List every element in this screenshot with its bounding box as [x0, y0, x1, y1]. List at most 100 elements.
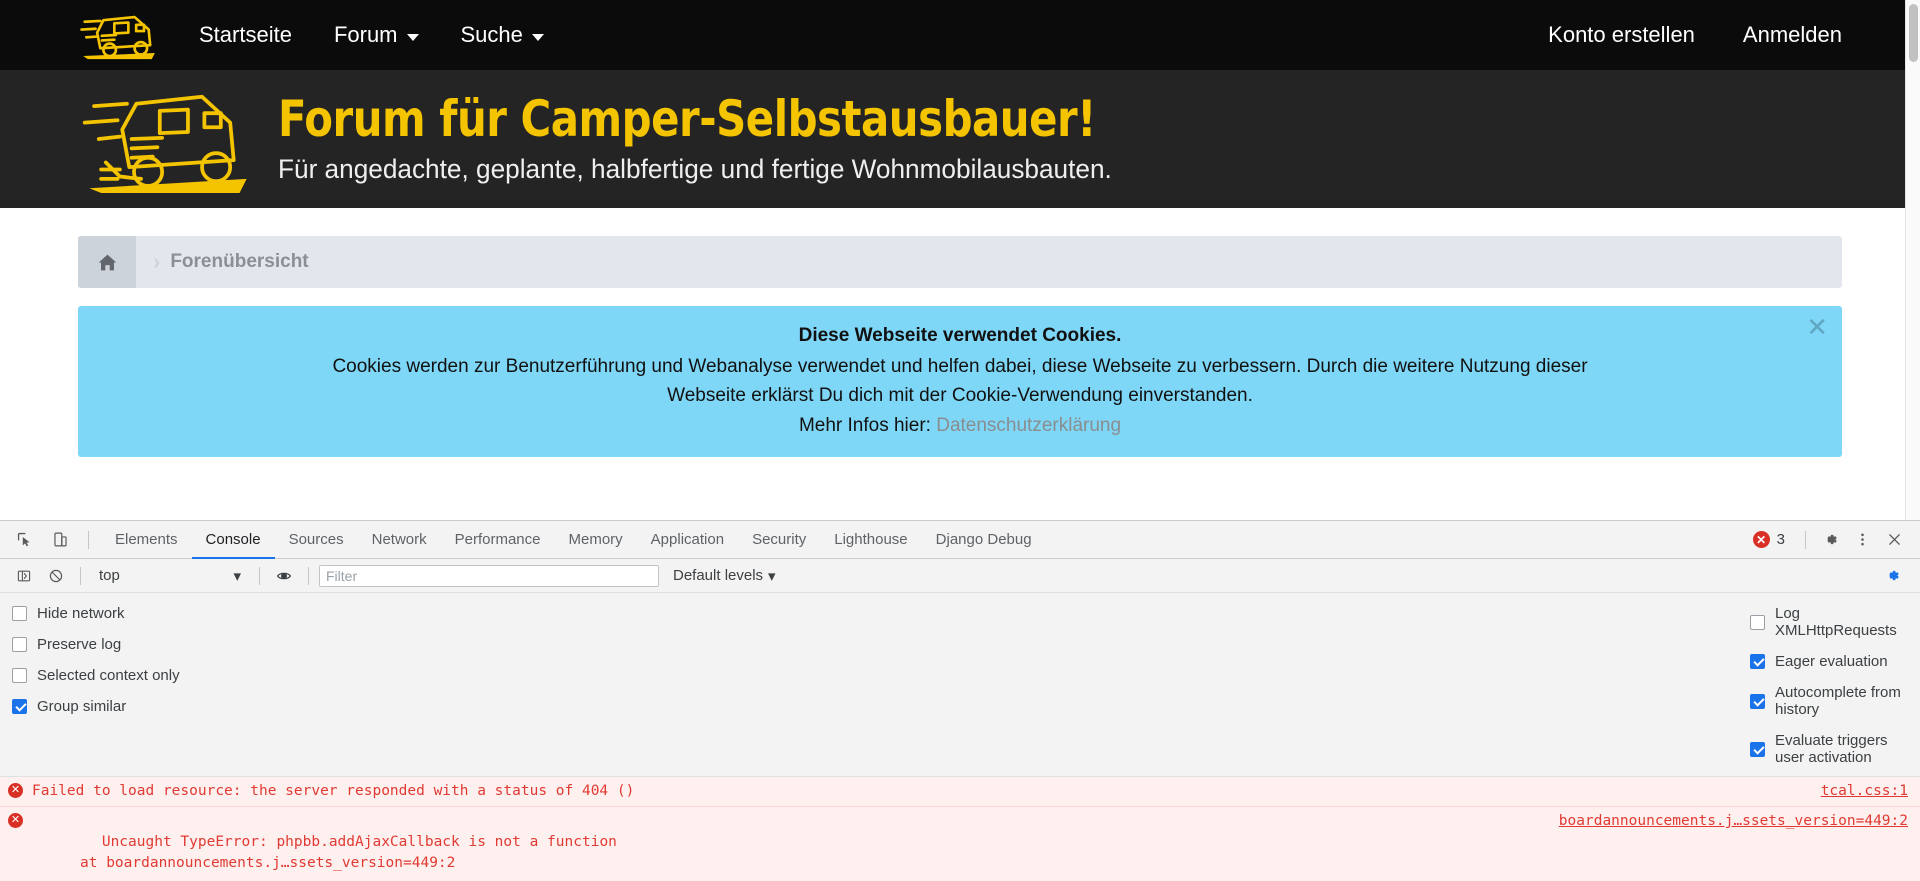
error-count-badge[interactable]: ✕ 3	[1743, 531, 1795, 548]
tab-console[interactable]: Console	[191, 521, 275, 559]
account-nav-links: Konto erstellen Anmelden	[1524, 22, 1866, 48]
live-expression-eye-icon[interactable]	[270, 563, 298, 589]
console-settings-left-column: Hide network Preserve log Selected conte…	[0, 605, 960, 766]
console-message-source-link[interactable]: boardannouncements.j…ssets_version=449:2	[1559, 811, 1908, 832]
checkbox-box[interactable]	[1750, 693, 1765, 709]
tab-label: Console	[205, 531, 261, 548]
tab-label: Django Debug	[935, 531, 1032, 548]
page-scrollbar-thumb[interactable]	[1909, 4, 1918, 62]
tab-application[interactable]: Application	[637, 521, 738, 558]
tab-label: Memory	[568, 531, 623, 548]
checkbox-label: Evaluate triggers user activation	[1775, 732, 1888, 766]
log-levels-dropdown[interactable]: Default levels ▾	[673, 567, 776, 585]
tab-label: Performance	[454, 531, 541, 548]
banner-text-block: Forum für Camper-Selbstausbauer! Für ang…	[278, 91, 1157, 187]
chevron-down-icon	[531, 33, 544, 41]
checkbox-box[interactable]	[12, 637, 27, 652]
chevron-down-icon	[406, 33, 419, 41]
settings-gear-icon[interactable]	[1816, 527, 1844, 553]
more-options-kebab-icon[interactable]	[1848, 527, 1876, 553]
toolbar-divider	[308, 566, 309, 585]
error-count-value: 3	[1776, 531, 1785, 548]
console-message-source-link[interactable]: tcal.css:1	[1821, 781, 1908, 802]
tab-django-debug[interactable]: Django Debug	[922, 521, 1046, 558]
privacy-policy-link[interactable]: Datenschutzerklärung	[936, 415, 1121, 436]
site-banner: Forum für Camper-Selbstausbauer! Für ang…	[0, 70, 1920, 208]
checkbox-log-xmlhttprequests[interactable]: Log XMLHttpRequests	[1750, 605, 1920, 639]
home-icon[interactable]	[78, 236, 136, 288]
chevron-down-icon: ▾	[768, 567, 776, 585]
tab-elements[interactable]: Elements	[101, 521, 192, 558]
nav-link-startseite[interactable]: Startseite	[178, 22, 313, 48]
checkbox-box[interactable]	[1750, 654, 1765, 669]
checkbox-box[interactable]	[12, 668, 27, 683]
checkbox-box[interactable]	[1750, 741, 1765, 757]
checkbox-evaluate-triggers-user-activation[interactable]: Evaluate triggers user activation	[1750, 732, 1920, 766]
website-viewport: Startseite Forum Suche Konto erstellen A…	[0, 0, 1920, 520]
checkbox-box[interactable]	[12, 606, 27, 621]
console-message-main: Uncaught TypeError: phpbb.addAjaxCallbac…	[101, 834, 617, 851]
tab-memory[interactable]: Memory	[555, 521, 637, 558]
tab-label: Security	[752, 531, 807, 548]
console-toolbar-right	[1878, 563, 1910, 589]
execution-context-select[interactable]: top ▾	[91, 567, 249, 585]
nav-link-label: Startseite	[199, 22, 292, 47]
tab-security[interactable]: Security	[738, 521, 820, 558]
console-settings-gear-icon[interactable]	[1878, 563, 1906, 589]
register-link[interactable]: Konto erstellen	[1524, 22, 1719, 48]
banner-title: Forum für Camper-Selbstausbauer!	[278, 90, 1096, 149]
tab-label: Lighthouse	[834, 531, 908, 548]
error-circle-icon: ✕	[1752, 531, 1770, 548]
execution-context-value: top	[99, 567, 120, 584]
checkbox-autocomplete-from-history[interactable]: Autocomplete from history	[1750, 684, 1920, 718]
close-devtools-icon[interactable]	[1880, 527, 1908, 553]
console-message-row[interactable]: ✕ Uncaught TypeError: phpbb.addAjaxCallb…	[0, 807, 1920, 881]
cookie-notice-line3: Mehr Infos hier: Datenschutzerklärung	[98, 412, 1822, 440]
tab-lighthouse[interactable]: Lighthouse	[820, 521, 921, 558]
banner-subtitle: Für angedachte, geplante, halbfertige un…	[278, 154, 1112, 185]
checkbox-box[interactable]	[1750, 614, 1765, 630]
checkbox-eager-evaluation[interactable]: Eager evaluation	[1750, 653, 1920, 670]
close-icon[interactable]: ✕	[1806, 314, 1828, 340]
checkbox-label: Eager evaluation	[1775, 653, 1888, 670]
toolbar-divider	[88, 530, 89, 549]
checkbox-selected-context-only[interactable]: Selected context only	[12, 667, 960, 684]
nav-link-forum[interactable]: Forum	[313, 22, 440, 48]
console-message-text: Failed to load resource: the server resp…	[32, 783, 635, 799]
devtools-tab-bar: Elements Console Sources Network Perform…	[0, 521, 1920, 559]
checkbox-box[interactable]	[12, 699, 27, 714]
inspect-element-icon[interactable]	[10, 527, 38, 553]
console-filter-input[interactable]	[319, 564, 659, 587]
tab-network[interactable]: Network	[358, 521, 441, 558]
console-message-list[interactable]: ✕ Failed to load resource: the server re…	[0, 777, 1920, 881]
console-sidebar-icon[interactable]	[10, 563, 38, 589]
device-toolbar-icon[interactable]	[46, 527, 74, 553]
breadcrumb-item-forenuebersicht[interactable]: Forenübersicht	[170, 251, 308, 273]
tab-label: Sources	[288, 531, 344, 548]
camper-van-logo-icon[interactable]	[80, 9, 158, 61]
page-scrollbar[interactable]	[1905, 0, 1920, 520]
toolbar-divider	[1805, 530, 1806, 549]
clear-console-icon[interactable]	[42, 563, 70, 589]
console-message-text: Uncaught TypeError: phpbb.addAjaxCallbac…	[32, 811, 1543, 881]
console-message-stack[interactable]: at boardannouncements.j…ssets_version=44…	[32, 853, 1543, 874]
chevron-down-icon: ▾	[233, 567, 241, 585]
checkbox-hide-network[interactable]: Hide network	[12, 605, 960, 622]
console-message-row[interactable]: ✕ Failed to load resource: the server re…	[0, 777, 1920, 808]
error-circle-icon: ✕	[8, 783, 23, 798]
devtools-right-tools: ✕ 3	[1743, 521, 1920, 558]
login-link[interactable]: Anmelden	[1719, 22, 1866, 48]
register-link-label: Konto erstellen	[1548, 22, 1695, 47]
cookie-notice-line1: Cookies werden zur Benutzerführung und W…	[332, 355, 1588, 377]
checkbox-preserve-log[interactable]: Preserve log	[12, 636, 960, 653]
console-toolbar: top ▾ Default levels ▾	[0, 559, 1920, 593]
tab-sources[interactable]: Sources	[275, 521, 358, 558]
cookie-notice: Diese Webseite verwendet Cookies. Cookie…	[78, 306, 1842, 458]
camper-van-banner-icon	[80, 80, 256, 198]
checkbox-group-similar[interactable]: Group similar	[12, 698, 960, 715]
devtools-left-tools	[0, 521, 101, 558]
checkbox-label: Autocomplete from history	[1775, 684, 1901, 718]
nav-link-suche[interactable]: Suche	[440, 22, 565, 48]
tab-performance[interactable]: Performance	[441, 521, 555, 558]
checkbox-label: Hide network	[37, 605, 125, 622]
